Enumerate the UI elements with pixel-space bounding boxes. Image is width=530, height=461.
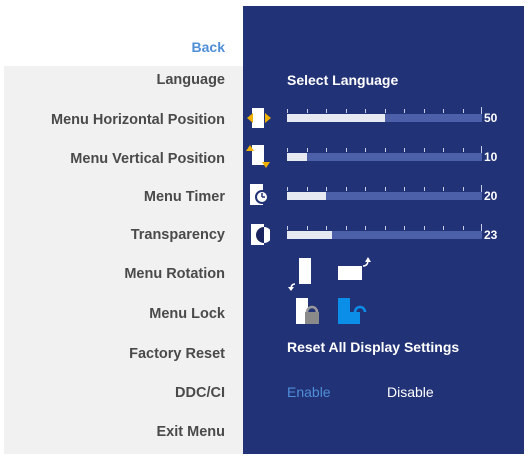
menu-item-language[interactable]: Language <box>157 67 225 93</box>
horizontal-position-ticks <box>287 107 482 117</box>
slider-tick <box>385 109 386 113</box>
horizontal-position-slider[interactable] <box>287 114 482 122</box>
transparency-slider[interactable] <box>287 231 482 239</box>
slider-tick <box>346 226 347 230</box>
horizontal-position-fill <box>287 114 385 122</box>
menu-timer-value: 20 <box>484 189 498 203</box>
menu-item-transparency[interactable]: Transparency <box>131 222 225 248</box>
timer-icon <box>250 184 269 205</box>
slider-tick <box>404 187 405 191</box>
menu-timer-fill <box>287 192 326 200</box>
slider-tick <box>326 109 327 113</box>
slider-tick <box>287 187 288 191</box>
slider-tick <box>346 187 347 191</box>
menu-item-factory-reset[interactable]: Factory Reset <box>129 341 225 367</box>
slider-tick <box>287 109 288 113</box>
vertical-position-ticks <box>287 146 482 156</box>
transparency-fill <box>287 231 332 239</box>
slider-tick <box>443 226 444 230</box>
ddcci-disable-option[interactable]: Disable <box>387 384 434 400</box>
slider-tick <box>404 226 405 230</box>
slider-tick <box>424 187 425 191</box>
slider-tick <box>424 109 425 113</box>
slider-tick <box>404 109 405 113</box>
slider-tick <box>346 148 347 152</box>
slider-tick <box>326 187 327 191</box>
transparency-value: 23 <box>484 228 498 242</box>
slider-tick <box>424 226 425 230</box>
lock-icon[interactable] <box>292 296 326 328</box>
vertical-position-slider[interactable] <box>287 153 482 161</box>
slider-tick <box>307 187 308 191</box>
slider-tick <box>385 187 386 191</box>
slider-tick <box>365 148 366 152</box>
vertical-position-value: 10 <box>484 150 498 164</box>
slider-tick <box>365 109 366 113</box>
slider-tick <box>287 148 288 152</box>
slider-tick <box>404 148 405 152</box>
slider-tick <box>307 148 308 152</box>
menu-item-exit-menu[interactable]: Exit Menu <box>157 419 225 445</box>
menu-item-vertical-position[interactable]: Menu Vertical Position <box>70 146 225 172</box>
slider-tick <box>385 226 386 230</box>
menu-item-ddcci[interactable]: DDC/CI <box>175 380 225 406</box>
transparency-ticks <box>287 224 482 234</box>
slider-tick <box>326 226 327 230</box>
rotate-landscape-icon[interactable] <box>336 256 372 286</box>
ddcci-enable-option[interactable]: Enable <box>287 384 331 400</box>
menu-item-menu-timer[interactable]: Menu Timer <box>144 184 225 210</box>
slider-tick <box>463 226 464 230</box>
slider-tick <box>346 109 347 113</box>
slider-tick <box>443 148 444 152</box>
menu-timer-slider[interactable] <box>287 192 482 200</box>
select-language-option[interactable]: Select Language <box>287 72 398 88</box>
slider-tick <box>463 148 464 152</box>
horizontal-position-value: 50 <box>484 111 498 125</box>
slider-tick <box>287 226 288 230</box>
vertical-position-fill <box>287 153 307 161</box>
osd-menu: Back Language Menu Horizontal Position M… <box>0 0 530 461</box>
menu-list: Back Language Menu Horizontal Position M… <box>4 6 243 454</box>
menu-item-horizontal-position[interactable]: Menu Horizontal Position <box>51 107 225 133</box>
menu-item-menu-rotation[interactable]: Menu Rotation <box>124 261 225 287</box>
rotate-portrait-icon[interactable] <box>286 256 322 292</box>
back-row[interactable]: Back <box>4 6 243 66</box>
slider-tick <box>365 187 366 191</box>
slider-tick <box>326 148 327 152</box>
horizontal-position-icon <box>247 108 271 128</box>
back-button[interactable]: Back <box>192 34 225 60</box>
slider-tick <box>365 226 366 230</box>
slider-tick <box>307 109 308 113</box>
slider-tick <box>463 109 464 113</box>
unlock-icon[interactable] <box>334 296 370 328</box>
slider-tick <box>424 148 425 152</box>
slider-tick <box>307 226 308 230</box>
reset-all-settings-option[interactable]: Reset All Display Settings <box>287 339 459 355</box>
slider-tick <box>443 109 444 113</box>
slider-tick <box>443 187 444 191</box>
transparency-icon <box>251 224 270 245</box>
menu-item-menu-lock[interactable]: Menu Lock <box>149 301 225 327</box>
slider-tick <box>463 187 464 191</box>
vertical-position-icon <box>246 145 270 168</box>
slider-tick <box>385 148 386 152</box>
menu-timer-ticks <box>287 185 482 195</box>
